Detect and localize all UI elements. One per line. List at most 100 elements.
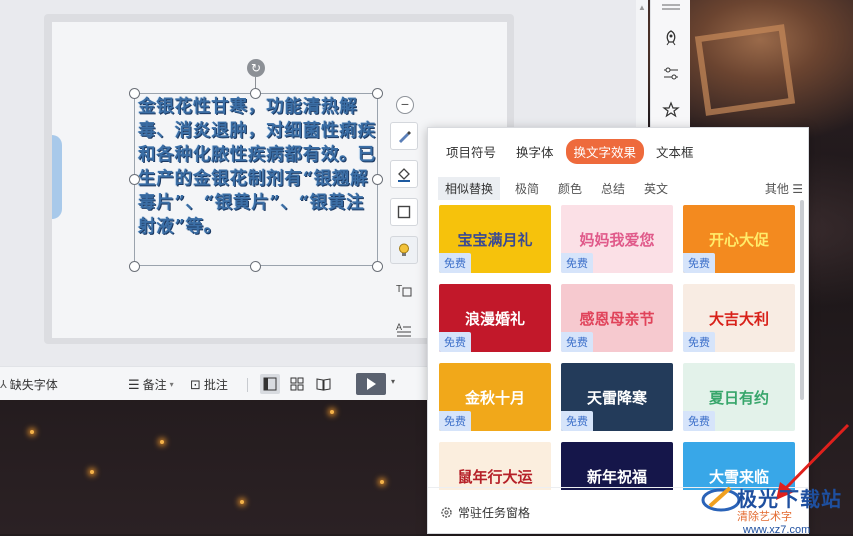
effect-template-title: 金秋十月 [464, 389, 525, 407]
city-light [90, 470, 94, 474]
list-icon: ☰ [792, 182, 803, 196]
panel-tabs: 项目符号 换字体 换文字效果 文本框 [438, 139, 702, 164]
free-badge: 免费 [683, 253, 715, 273]
effect-template-card[interactable]: 天雷降寒 免费 [561, 363, 673, 431]
text-lines-icon: A [396, 322, 411, 337]
free-badge: 免费 [561, 411, 593, 431]
missing-font-button[interactable]: ⅄ 缺失字体 [0, 376, 58, 393]
effect-template-card[interactable]: 新年祝福免费 [561, 442, 673, 490]
text-transform-button[interactable]: T [390, 276, 418, 304]
tab-bullets[interactable]: 项目符号 [438, 139, 504, 164]
resize-handle-bottom-left[interactable] [129, 261, 140, 272]
tab-textbox[interactable]: 文本框 [648, 139, 702, 164]
panel-subtabs: 相似替换 极简 颜色 总结 英文 其他 ☰ [438, 177, 803, 200]
divider [247, 378, 248, 392]
free-badge: 免费 [561, 253, 593, 273]
city-light [330, 410, 334, 414]
more-menu-button[interactable]: 其他 ☰ [765, 180, 803, 197]
effect-template-title: 大吉大利 [708, 310, 769, 328]
resize-handle-top-left[interactable] [129, 88, 140, 99]
play-slideshow-button[interactable] [356, 373, 386, 395]
tab-change-font[interactable]: 换字体 [508, 139, 562, 164]
resize-handle-top-right[interactable] [372, 88, 383, 99]
collapse-toolbar-button[interactable]: − [396, 96, 414, 114]
effect-template-card[interactable]: 宝宝满月礼 免费 [439, 205, 551, 273]
free-badge: 免费 [439, 253, 471, 273]
effect-template-card[interactable]: 浪漫婚礼免费 [439, 284, 551, 352]
free-badge: 免费 [439, 332, 471, 352]
effect-template-card[interactable]: 金秋十月 免费 [439, 363, 551, 431]
comments-button[interactable]: ⊡ 批注 [190, 376, 228, 393]
resize-handle-top[interactable] [250, 88, 261, 99]
star-icon [662, 101, 680, 118]
slide-decoration-shape [52, 135, 62, 219]
resize-handle-left[interactable] [129, 174, 140, 185]
panel-scrollbar[interactable] [800, 200, 804, 400]
paint-bucket-icon [398, 168, 410, 182]
resize-handle-bottom[interactable] [250, 261, 261, 272]
effect-template-title: 开心大促 [708, 231, 769, 249]
toolbar-menu-button[interactable] [661, 2, 681, 12]
pin-task-pane-button[interactable]: 常驻任务窗格 [440, 504, 530, 521]
effect-template-title: 夏日有约 [708, 389, 769, 407]
scroll-up-arrow-icon[interactable]: ▲ [638, 4, 646, 12]
comments-label: 批注 [203, 378, 228, 392]
book-icon [316, 378, 330, 391]
city-light [380, 480, 384, 484]
effect-template-card[interactable]: 感恩母亲节 免费 [561, 284, 673, 352]
play-dropdown-button[interactable]: ▾ [391, 377, 395, 386]
resize-handle-right[interactable] [372, 174, 383, 185]
effect-template-title: 新年祝福 [586, 468, 647, 486]
city-light [160, 440, 164, 444]
text-swap-icon: T [396, 284, 412, 297]
watermark-subtitle: 清除艺术字 www.xz7.com [737, 508, 853, 536]
shape-style-button[interactable] [390, 122, 418, 150]
subtab-summary[interactable]: 总结 [594, 177, 632, 200]
slide-sorter-button[interactable] [287, 374, 307, 394]
brush-icon [399, 131, 411, 143]
reading-view-button[interactable] [313, 374, 333, 394]
city-light [240, 500, 244, 504]
notes-label: 备注 [142, 378, 167, 392]
tab-change-text-effect[interactable]: 换文字效果 [565, 139, 645, 164]
more-label: 其他 [764, 182, 789, 196]
subtab-similar[interactable]: 相似替换 [438, 177, 501, 200]
free-badge: 免费 [683, 332, 715, 352]
animation-button[interactable] [661, 28, 681, 48]
watermark-logo-icon [701, 486, 741, 512]
sliders-icon [664, 67, 678, 80]
free-badge: 免费 [683, 411, 715, 431]
effect-template-card[interactable]: 鼠年行大运免费 [439, 442, 551, 490]
subtab-color[interactable]: 颜色 [551, 177, 589, 200]
watermark-caption: 清除艺术字 [737, 511, 792, 523]
notes-button[interactable]: ☰ 备注 ▾ [128, 376, 174, 393]
notes-dropdown-icon: ▾ [169, 380, 174, 389]
effect-template-card[interactable]: 开心大促免费 [683, 205, 795, 273]
svg-text:A: A [396, 322, 402, 332]
fill-button[interactable] [390, 160, 418, 188]
grid-view-icon [290, 377, 304, 391]
normal-view-button[interactable] [260, 374, 280, 394]
background-frame [694, 24, 796, 116]
effect-template-title: 妈妈我爱您 [579, 231, 655, 249]
effect-template-card[interactable]: 妈妈我爱您免费 [561, 205, 673, 273]
menu-lines-icon [662, 4, 680, 10]
svg-text:T: T [396, 284, 402, 295]
textbox-text[interactable]: 金银花性甘寒，功能清热解毒、消炎退肿，对细菌性痢疾和各种化脓性疾病都有效。已生产… [138, 95, 376, 239]
gear-icon [441, 507, 452, 518]
adjust-button[interactable] [661, 64, 681, 84]
subtab-minimal[interactable]: 极简 [508, 177, 546, 200]
effect-template-title: 感恩母亲节 [579, 310, 655, 328]
smart-suggest-button[interactable] [390, 236, 418, 264]
effect-template-title: 浪漫婚礼 [464, 310, 525, 328]
normal-view-icon [263, 377, 277, 391]
subtab-english[interactable]: 英文 [637, 177, 675, 200]
resize-handle-bottom-right[interactable] [372, 261, 383, 272]
favorites-button[interactable] [661, 100, 681, 120]
outline-button[interactable] [390, 198, 418, 226]
effect-template-card[interactable]: 大吉大利免费 [683, 284, 795, 352]
rotate-handle-icon[interactable]: ↻ [247, 59, 265, 77]
play-icon [367, 378, 376, 390]
text-align-button[interactable]: A [390, 316, 418, 344]
notes-icon: ☰ [128, 376, 140, 392]
